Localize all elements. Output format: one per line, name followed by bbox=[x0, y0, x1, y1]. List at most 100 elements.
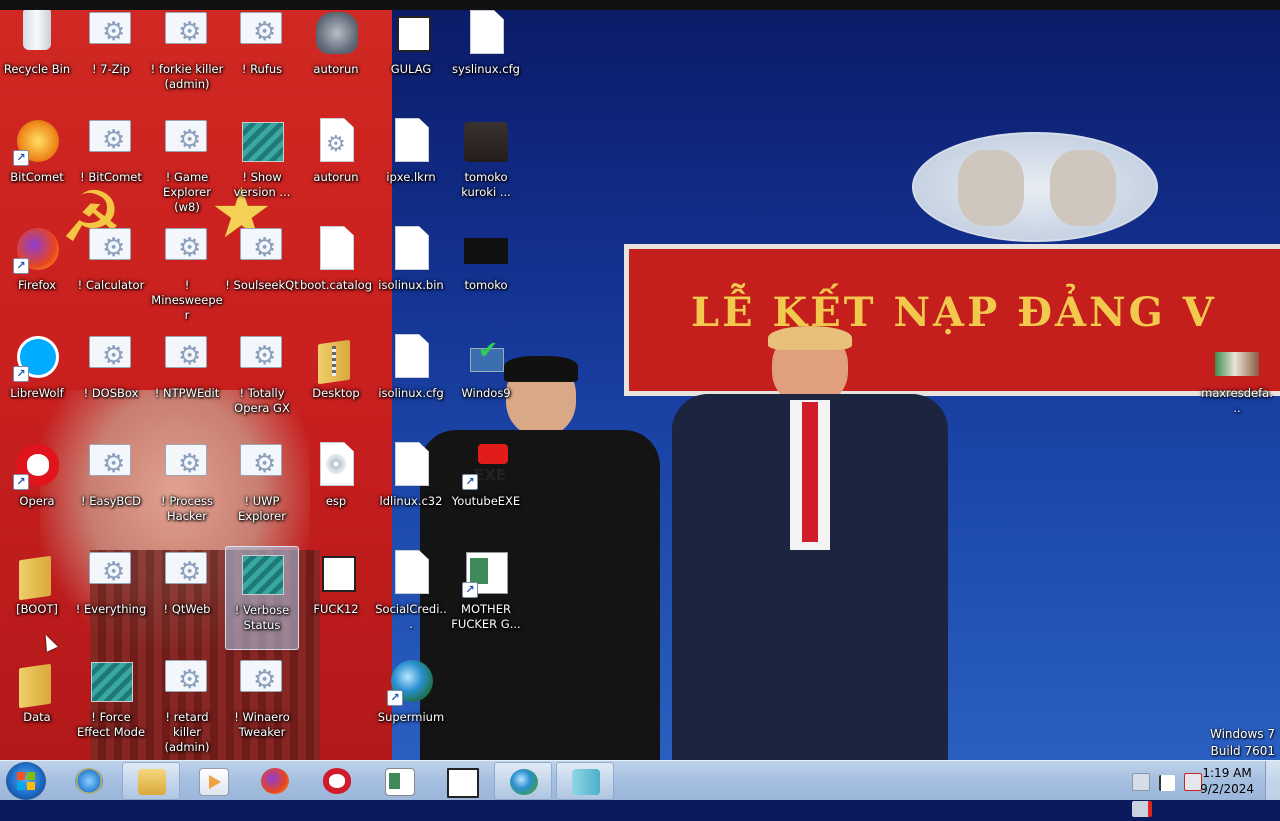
app-gear-icon bbox=[163, 10, 211, 58]
show-desktop-button[interactable] bbox=[1265, 761, 1280, 800]
icon-label: ! Game Explorer (w8) bbox=[163, 170, 211, 214]
taskbar-notepad[interactable] bbox=[556, 762, 614, 800]
document-icon bbox=[312, 226, 360, 274]
icon-label: ! Verbose Status bbox=[234, 603, 290, 632]
desktop-icon-uwp-explorer[interactable]: ! UWP Explorer bbox=[225, 438, 299, 542]
icon-label: ! BitComet bbox=[80, 170, 142, 184]
desktop-icon-rufus[interactable]: ! Rufus bbox=[225, 6, 299, 110]
firefox-icon: ↗ bbox=[13, 226, 61, 274]
taskbar-windows-explorer[interactable] bbox=[122, 762, 180, 800]
app-gear-icon bbox=[163, 334, 211, 382]
desktop-icon-show-version[interactable]: ! Show version ... bbox=[225, 114, 299, 218]
wallpaper-portrait-oval bbox=[912, 132, 1158, 242]
desktop-icon-minesweeper[interactable]: ! Minesweeper bbox=[150, 222, 224, 326]
desktop-icon-game-explorer[interactable]: ! Game Explorer (w8) bbox=[150, 114, 224, 218]
desktop-icon-retard-killer[interactable]: ! retard killer (admin) bbox=[150, 654, 224, 758]
taskbar-firefox[interactable] bbox=[246, 762, 304, 800]
person-hair bbox=[768, 326, 852, 350]
desktop-icon-forkie-killer[interactable]: ! forkie killer (admin) bbox=[150, 6, 224, 110]
desktop-icon-bitcomet-app[interactable]: ! BitComet bbox=[74, 114, 148, 218]
app-gear-icon bbox=[163, 226, 211, 274]
desktop-icon-force-effect-mode[interactable]: ! Force Effect Mode bbox=[74, 654, 148, 758]
keyboard-icon[interactable] bbox=[1132, 773, 1150, 791]
desktop-icon-mother-fucker[interactable]: ↗ MOTHER FUCKER G... bbox=[449, 546, 523, 650]
icon-label: Data bbox=[23, 710, 51, 724]
desktop-icon-desktop-zip[interactable]: Desktop bbox=[299, 330, 373, 434]
notepad-icon bbox=[572, 769, 600, 795]
desktop-icon-qtweb[interactable]: ! QtWeb bbox=[150, 546, 224, 650]
desktop-icon-windos9[interactable]: ✔ Windos9 bbox=[449, 330, 523, 434]
icon-label: Desktop bbox=[312, 386, 360, 400]
taskbar-app-window[interactable] bbox=[370, 762, 428, 800]
icon-label: ! QtWeb bbox=[163, 602, 211, 616]
taskbar-clock[interactable]: 1:19 AM 9/2/2024 bbox=[1200, 765, 1254, 797]
icon-label: ! DOSBox bbox=[83, 386, 139, 400]
volume-muted-icon[interactable] bbox=[1132, 801, 1152, 817]
desktop-icon-opera[interactable]: ↗ Opera bbox=[0, 438, 74, 542]
taskbar-media-player[interactable] bbox=[184, 762, 242, 800]
desktop-icon-data-folder[interactable]: Data bbox=[0, 654, 74, 758]
app-gear-icon bbox=[87, 226, 135, 274]
taskbar-internet-explorer[interactable] bbox=[60, 762, 118, 800]
desktop-icon-boot-folder[interactable]: [BOOT] bbox=[0, 546, 74, 650]
taskbar-opera[interactable] bbox=[308, 762, 366, 800]
taskbar-supermium[interactable] bbox=[494, 762, 552, 800]
desktop-icon-totally-opera-gx[interactable]: ! Totally Opera GX bbox=[225, 330, 299, 434]
desktop-icon-tomoko[interactable]: tomoko bbox=[449, 222, 523, 326]
icon-label: ! EasyBCD bbox=[81, 494, 141, 508]
icon-label: ! Everything bbox=[75, 602, 147, 616]
firefox-icon bbox=[261, 768, 289, 794]
desktop-icon-tomoko-kuroki[interactable]: tomoko kuroki ... bbox=[449, 114, 523, 218]
desktop-icon-soulseekqt[interactable]: ! SoulseekQt bbox=[225, 222, 299, 326]
desktop-icon-recycle-bin[interactable]: Recycle Bin bbox=[0, 6, 74, 110]
clock-date: 9/2/2024 bbox=[1200, 782, 1254, 796]
desktop-icon-supermium[interactable]: ↗ Supermium bbox=[374, 654, 448, 758]
app-gear-icon bbox=[238, 442, 286, 490]
desktop-icon-easybcd[interactable]: ! EasyBCD bbox=[74, 438, 148, 542]
desktop-icon-bitcomet[interactable]: ↗ BitComet bbox=[0, 114, 74, 218]
internet-explorer-icon bbox=[75, 768, 103, 794]
icon-label: autorun bbox=[313, 170, 359, 184]
desktop-icon-isolinux-cfg[interactable]: isolinux.cfg bbox=[374, 330, 448, 434]
desktop-icon-ipxe[interactable]: ipxe.lkrn bbox=[374, 114, 448, 218]
desktop-icon-7zip[interactable]: ! 7-Zip bbox=[74, 6, 148, 110]
desktop-icon-verbose-status[interactable]: ! Verbose Status bbox=[225, 546, 299, 650]
icon-label: ! Rufus bbox=[241, 62, 283, 76]
desktop-icon-calculator[interactable]: ! Calculator bbox=[74, 222, 148, 326]
desktop-icon-esp[interactable]: esp bbox=[299, 438, 373, 542]
icon-label: Opera bbox=[19, 494, 55, 508]
icon-label: ! Show version ... bbox=[233, 170, 291, 199]
desktop-icon-gulag[interactable]: GULAG bbox=[374, 6, 448, 110]
desktop-icon-maxresdefault[interactable]: maxresdefa... bbox=[1200, 330, 1274, 434]
taskbar-file[interactable] bbox=[432, 762, 490, 800]
icon-label: SocialCredi... bbox=[375, 602, 447, 631]
desktop-icon-isolinux-bin[interactable]: isolinux.bin bbox=[374, 222, 448, 326]
app-gear-icon bbox=[163, 550, 211, 598]
icon-label: Firefox bbox=[17, 278, 57, 292]
desktop-icon-syslinux-cfg[interactable]: syslinux.cfg bbox=[449, 6, 523, 110]
desktop-icon-ntpwedit[interactable]: ! NTPWEdit bbox=[150, 330, 224, 434]
wallpaper-person-right bbox=[672, 326, 948, 760]
desktop-icon-boot-catalog[interactable]: boot.catalog bbox=[299, 222, 373, 326]
action-center-flag-icon[interactable] bbox=[1159, 775, 1176, 791]
desktop-icon-everything[interactable]: ! Everything bbox=[74, 546, 148, 650]
opera-icon: ↗ bbox=[13, 442, 61, 490]
desktop-icon-process-hacker[interactable]: ! Process Hacker bbox=[150, 438, 224, 542]
desktop-icon-socialcredit[interactable]: SocialCredi... bbox=[374, 546, 448, 650]
app-gear-icon bbox=[87, 334, 135, 382]
app-gear-icon bbox=[87, 118, 135, 166]
desktop-icon-autorun-inf[interactable]: ⚙ autorun bbox=[299, 114, 373, 218]
document-icon bbox=[387, 226, 435, 274]
desktop-icon-ldlinux[interactable]: ldlinux.c32 bbox=[374, 438, 448, 542]
desktop-icon-librewolf[interactable]: ↗ LibreWolf bbox=[0, 330, 74, 434]
start-button[interactable] bbox=[6, 762, 46, 800]
desktop-icon-youtubeexe[interactable]: EXE ↗ YoutubeEXE bbox=[449, 438, 523, 542]
desktop-icon-firefox[interactable]: ↗ Firefox bbox=[0, 222, 74, 326]
desktop-icon-fuck12[interactable]: FUCK12 bbox=[299, 546, 373, 650]
desktop-icon-dosbox[interactable]: ! DOSBox bbox=[74, 330, 148, 434]
desktop-icon-winaero-tweaker[interactable]: ! Winaero Tweaker bbox=[225, 654, 299, 758]
icon-label: ! forkie killer (admin) bbox=[150, 62, 224, 91]
desktop-icon-autorun-wolf[interactable]: autorun bbox=[299, 6, 373, 110]
app-gear-icon bbox=[238, 226, 286, 274]
app-gear-icon bbox=[87, 550, 135, 598]
